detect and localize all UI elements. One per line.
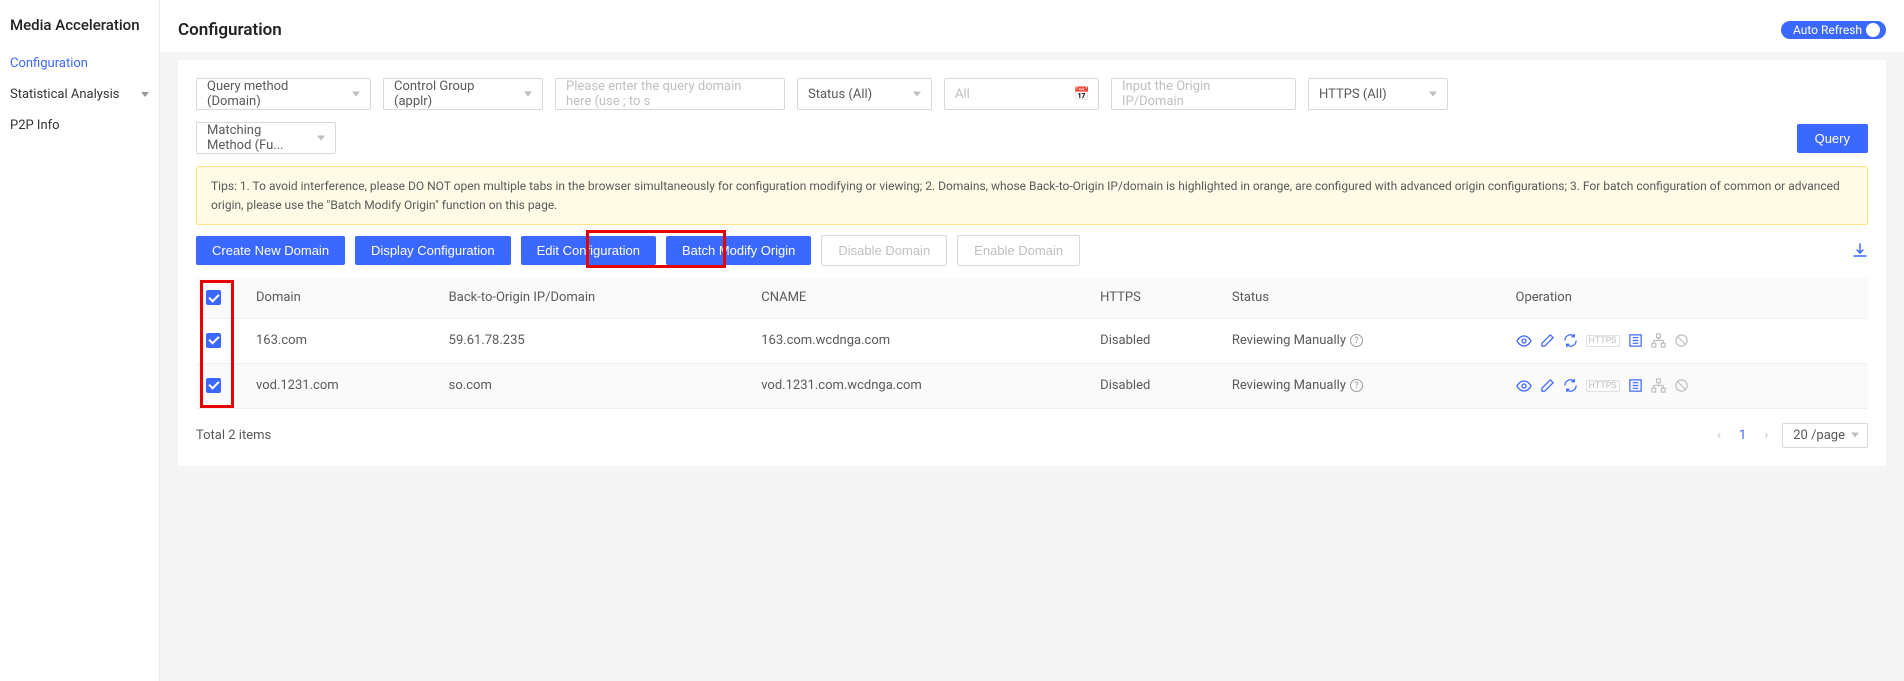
- table-row: vod.1231.com so.com vod.1231.com.wcdnga.…: [196, 363, 1868, 408]
- calendar-icon: 📅: [1074, 87, 1090, 102]
- filter-panel: Query method (Domain) Control Group (app…: [178, 60, 1886, 466]
- sidebar-item-configuration[interactable]: Configuration: [0, 48, 159, 79]
- https-select[interactable]: HTTPS (All): [1308, 78, 1448, 110]
- sidebar-item-label: Configuration: [10, 56, 88, 71]
- edit-icon[interactable]: [1540, 378, 1555, 393]
- status-select[interactable]: Status (All): [797, 78, 932, 110]
- origin-input[interactable]: Input the Origin IP/Domain: [1111, 78, 1296, 110]
- auto-refresh-label: Auto Refresh: [1793, 23, 1862, 37]
- download-icon[interactable]: [1852, 243, 1868, 259]
- query-button[interactable]: Query: [1797, 124, 1868, 153]
- domain-table: Domain Back-to-Origin IP/Domain CNAME HT…: [196, 278, 1868, 409]
- auto-refresh-toggle[interactable]: Auto Refresh: [1781, 21, 1886, 39]
- query-method-select[interactable]: Query method (Domain): [196, 78, 371, 110]
- sidebar-item-label: P2P Info: [10, 118, 60, 133]
- list-icon[interactable]: [1628, 333, 1643, 348]
- table-header-row: Domain Back-to-Origin IP/Domain CNAME HT…: [196, 278, 1868, 318]
- query-domain-input[interactable]: Please enter the query domain here (use …: [555, 78, 785, 110]
- input-placeholder: All: [955, 87, 970, 102]
- display-configuration-button[interactable]: Display Configuration: [355, 236, 511, 265]
- sidebar-item-p2p-info[interactable]: P2P Info: [0, 110, 159, 141]
- status-text: Reviewing Manually: [1232, 378, 1346, 393]
- cell-back-origin: so.com: [439, 363, 752, 408]
- enable-domain-button[interactable]: Enable Domain: [957, 235, 1080, 266]
- cell-domain: 163.com: [246, 318, 439, 363]
- col-https: HTTPS: [1090, 278, 1222, 318]
- batch-modify-origin-button[interactable]: Batch Modify Origin: [666, 236, 811, 265]
- toggle-knob-icon: [1866, 23, 1880, 37]
- refresh-icon[interactable]: [1563, 333, 1578, 348]
- cell-cname: 163.com.wcdnga.com: [751, 318, 1090, 363]
- total-count: Total 2 items: [196, 428, 271, 443]
- chevron-down-icon: [141, 92, 149, 97]
- input-placeholder: Input the Origin IP/Domain: [1122, 79, 1267, 109]
- disable-domain-button[interactable]: Disable Domain: [821, 235, 947, 266]
- refresh-icon[interactable]: [1563, 378, 1578, 393]
- select-label: Control Group (applr): [394, 79, 514, 109]
- sidebar-item-statistical-analysis[interactable]: Statistical Analysis: [0, 79, 159, 110]
- cell-operation: HTTPS: [1506, 318, 1869, 363]
- page-header: Configuration Auto Refresh: [160, 8, 1904, 52]
- sidebar: Media Acceleration Configuration Statist…: [0, 0, 160, 681]
- matching-method-select[interactable]: Matching Method (Fu...: [196, 122, 336, 154]
- cell-https: Disabled: [1090, 363, 1222, 408]
- page-size-label: 20 /page: [1793, 428, 1845, 443]
- create-new-domain-button[interactable]: Create New Domain: [196, 236, 345, 265]
- date-input[interactable]: All 📅: [944, 78, 1099, 110]
- col-status: Status: [1222, 278, 1506, 318]
- table-footer: Total 2 items ‹ 1 › 20 /page: [196, 409, 1868, 448]
- https-badge[interactable]: HTTPS: [1586, 335, 1620, 347]
- cell-status: Reviewing Manually?: [1222, 363, 1506, 408]
- sidebar-title: Media Acceleration: [0, 12, 159, 48]
- list-icon[interactable]: [1628, 378, 1643, 393]
- col-cname: CNAME: [751, 278, 1090, 318]
- cell-https: Disabled: [1090, 318, 1222, 363]
- tips-banner: Tips: 1. To avoid interference, please D…: [196, 166, 1868, 225]
- tree-icon[interactable]: [1651, 333, 1666, 348]
- row-checkbox[interactable]: [206, 378, 221, 393]
- cell-status: Reviewing Manually?: [1222, 318, 1506, 363]
- sidebar-item-label: Statistical Analysis: [10, 87, 119, 102]
- help-icon[interactable]: ?: [1350, 379, 1363, 392]
- select-all-checkbox[interactable]: [206, 290, 221, 305]
- col-domain: Domain: [246, 278, 439, 318]
- select-label: HTTPS (All): [1319, 87, 1387, 102]
- action-row: Create New Domain Display Configuration …: [196, 235, 1868, 266]
- table-row: 163.com 59.61.78.235 163.com.wcdnga.com …: [196, 318, 1868, 363]
- view-icon[interactable]: [1516, 333, 1532, 349]
- page-number[interactable]: 1: [1735, 428, 1750, 443]
- select-label: Query method (Domain): [207, 79, 342, 109]
- cell-domain: vod.1231.com: [246, 363, 439, 408]
- main-content: Configuration Auto Refresh Query method …: [160, 0, 1904, 681]
- page-size-select[interactable]: 20 /page: [1782, 423, 1868, 448]
- pagination: ‹ 1 › 20 /page: [1713, 423, 1868, 448]
- block-icon[interactable]: [1674, 333, 1689, 348]
- col-operation: Operation: [1506, 278, 1869, 318]
- cell-operation: HTTPS: [1506, 363, 1869, 408]
- row-checkbox[interactable]: [206, 333, 221, 348]
- block-icon[interactable]: [1674, 378, 1689, 393]
- cell-cname: vod.1231.com.wcdnga.com: [751, 363, 1090, 408]
- https-badge[interactable]: HTTPS: [1586, 380, 1620, 392]
- col-back-origin: Back-to-Origin IP/Domain: [439, 278, 752, 318]
- input-placeholder: Please enter the query domain here (use …: [566, 79, 756, 109]
- edit-configuration-button[interactable]: Edit Configuration: [521, 236, 656, 265]
- page-title: Configuration: [178, 20, 282, 40]
- status-text: Reviewing Manually: [1232, 333, 1346, 348]
- tree-icon[interactable]: [1651, 378, 1666, 393]
- next-page-button[interactable]: ›: [1760, 428, 1772, 443]
- cell-back-origin: 59.61.78.235: [439, 318, 752, 363]
- view-icon[interactable]: [1516, 378, 1532, 394]
- control-group-select[interactable]: Control Group (applr): [383, 78, 543, 110]
- help-icon[interactable]: ?: [1350, 334, 1363, 347]
- select-label: Status (All): [808, 87, 872, 102]
- prev-page-button[interactable]: ‹: [1713, 428, 1725, 443]
- edit-icon[interactable]: [1540, 333, 1555, 348]
- select-label: Matching Method (Fu...: [207, 123, 307, 153]
